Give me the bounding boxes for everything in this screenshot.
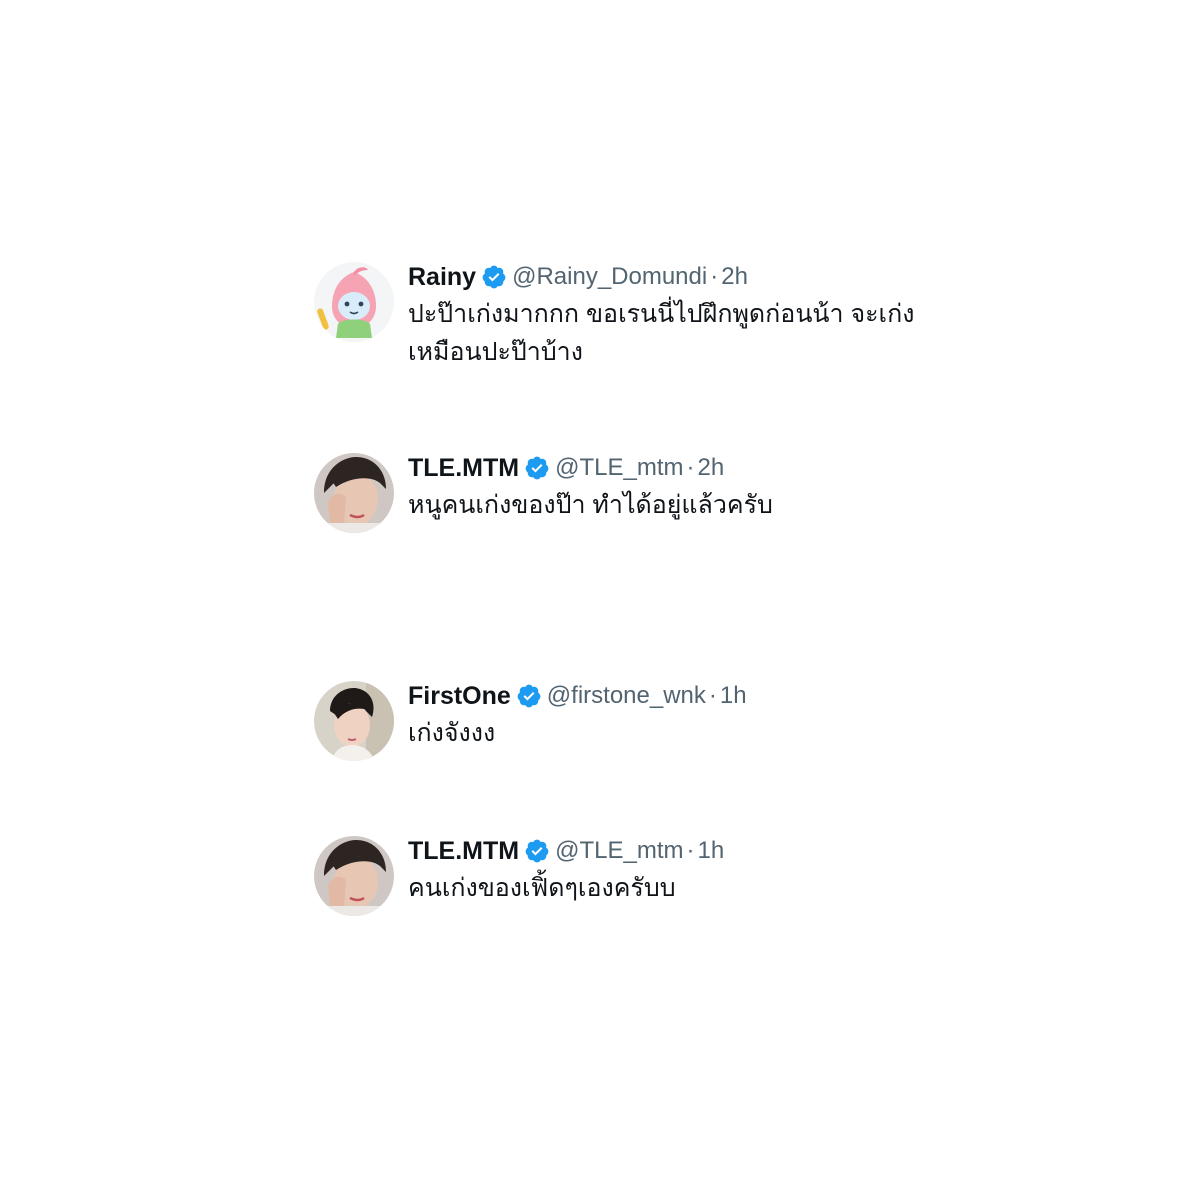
tweet-text: ปะป๊าเก่งมากกก ขอเรนนี่ไปฝึกพูดก่อนน้า จ… [408,295,1008,371]
tweet-text-line: คนเก่งของเฟิ้ดๆเองครับบ [408,874,676,902]
avatar[interactable] [314,836,394,916]
cartoon-mascot-avatar-icon [314,262,394,342]
person-photo-avatar-icon [314,453,394,533]
handle[interactable]: @TLE_mtm [555,454,683,482]
separator-dot: · [708,682,717,709]
tweet-body: FirstOne @firstone_wnk · 1h เก่งจังงง [408,681,1008,752]
avatar[interactable] [314,681,394,761]
tweet-body: TLE.MTM @TLE_mtm · 2h หนูคนเก่งของป๊า ทำ… [408,453,1008,524]
separator-dot: · [686,454,695,481]
verified-badge-icon [524,455,550,481]
tweet-body: TLE.MTM @TLE_mtm · 1h คนเก่งของเฟิ้ดๆเอง… [408,836,1008,907]
tweet-header: TLE.MTM @TLE_mtm · 2h [408,453,1008,483]
tweet-body: Rainy @Rainy_Domundi · 2h ปะป๊าเก่งมากกก… [408,262,1008,371]
timestamp[interactable]: 1h [720,682,747,710]
tweet-header: FirstOne @firstone_wnk · 1h [408,681,1008,711]
display-name[interactable]: TLE.MTM [408,454,519,483]
avatar[interactable] [314,453,394,533]
person-photo-avatar-icon [314,681,394,761]
separator-dot: · [710,263,719,290]
tweet-text: หนูคนเก่งของป๊า ทำได้อยู่แล้วครับ [408,486,1008,524]
tweet-text-line: เก่งจังงง [408,719,496,747]
timestamp[interactable]: 2h [721,263,748,291]
display-name[interactable]: TLE.MTM [408,837,519,866]
timestamp[interactable]: 1h [697,837,724,865]
handle[interactable]: @TLE_mtm [555,837,683,865]
tweet-text: คนเก่งของเฟิ้ดๆเองครับบ [408,869,1008,907]
tweet-text: เก่งจังงง [408,714,1008,752]
timestamp[interactable]: 2h [697,454,724,482]
verified-badge-icon [481,264,507,290]
handle[interactable]: @firstone_wnk [547,682,706,710]
person-photo-avatar-icon [314,836,394,916]
avatar[interactable] [314,262,394,342]
tweet-text-line: ปะป๊าเก่งมากกก ขอเรนนี่ไปฝึกพูดก่อนน้า จ… [408,300,915,328]
tweet-text-line: หนูคนเก่งของป๊า ทำได้อยู่แล้วครับ [408,491,773,519]
tweet-text-line: เหมือนปะป๊าบ้าง [408,338,583,366]
verified-badge-icon [524,838,550,864]
tweet-header: TLE.MTM @TLE_mtm · 1h [408,836,1008,866]
display-name[interactable]: Rainy [408,263,476,292]
display-name[interactable]: FirstOne [408,682,511,711]
handle[interactable]: @Rainy_Domundi [512,263,707,291]
verified-badge-icon [516,683,542,709]
separator-dot: · [686,837,695,864]
tweet-header: Rainy @Rainy_Domundi · 2h [408,262,1008,292]
